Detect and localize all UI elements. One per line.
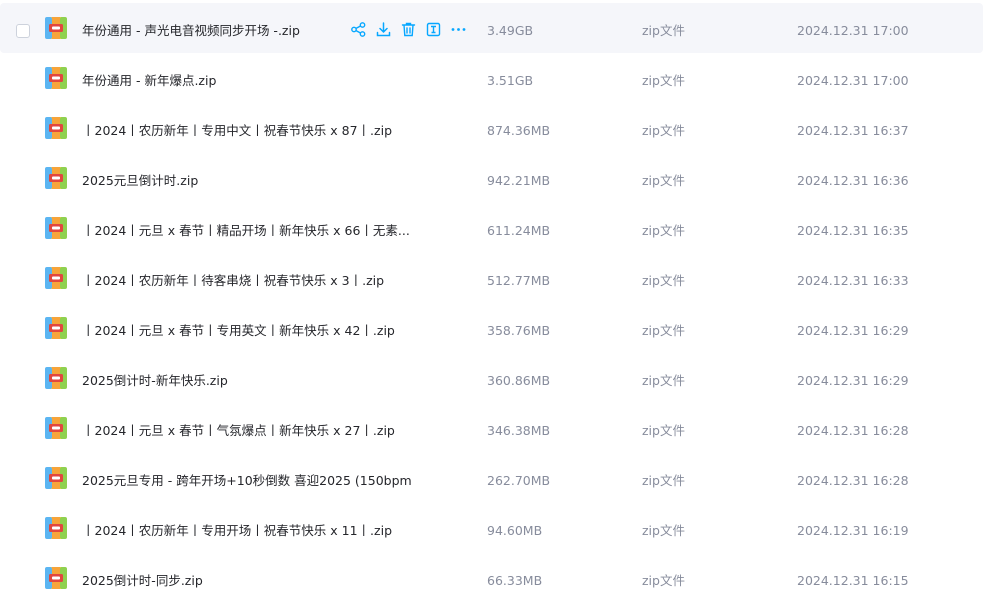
zip-file-icon — [45, 467, 67, 489]
file-name[interactable]: 丨2024丨农历新年丨专用开场丨祝春节快乐 x 11丨.zip — [82, 503, 392, 559]
zip-file-icon — [45, 567, 67, 589]
zip-file-icon — [45, 67, 67, 89]
file-name[interactable]: 2025元旦倒计时.zip — [82, 153, 198, 209]
file-date: 2024.12.31 17:00 — [797, 73, 909, 88]
file-size: 346.38MB — [487, 423, 551, 438]
file-date: 2024.12.31 16:36 — [797, 173, 909, 188]
file-row[interactable]: 丨2024丨元旦 x 春节丨专用英文丨新年快乐 x 42丨.zip 358.76… — [0, 303, 983, 353]
file-row[interactable]: 丨2024丨元旦 x 春节丨气氛爆点丨新年快乐 x 27丨.zip 346.38… — [0, 403, 983, 453]
file-row[interactable]: 丨2024丨元旦 x 春节丨精品开场丨新年快乐 x 66丨无素... 611.2… — [0, 203, 983, 253]
file-row[interactable]: 丨2024丨农历新年丨专用中文丨祝春节快乐 x 87丨.zip 874.36MB… — [0, 103, 983, 153]
file-date: 2024.12.31 16:29 — [797, 373, 909, 388]
file-date: 2024.12.31 17:00 — [797, 23, 909, 38]
file-row[interactable]: 2025元旦倒计时.zip 942.21MB zip文件 2024.12.31 … — [0, 153, 983, 203]
file-name[interactable]: 年份通用 - 新年爆点.zip — [82, 53, 216, 109]
file-date: 2024.12.31 16:29 — [797, 323, 909, 338]
file-name[interactable]: 丨2024丨农历新年丨专用中文丨祝春节快乐 x 87丨.zip — [82, 103, 392, 159]
zip-file-icon — [45, 17, 67, 39]
file-row[interactable]: 2025倒计时-同步.zip 66.33MB zip文件 2024.12.31 … — [0, 553, 983, 603]
file-size: 3.49GB — [487, 23, 534, 38]
file-row[interactable]: 丨2024丨农历新年丨待客串烧丨祝春节快乐 x 3丨.zip 512.77MB … — [0, 253, 983, 303]
file-name[interactable]: 年份通用 - 声光电音视频同步开场 -.zip — [82, 3, 300, 59]
file-date: 2024.12.31 16:37 — [797, 123, 909, 138]
file-row[interactable]: 年份通用 - 新年爆点.zip 3.51GB zip文件 2024.12.31 … — [0, 53, 983, 103]
file-size: 94.60MB — [487, 523, 543, 538]
share-icon[interactable] — [350, 21, 367, 38]
file-list: 年份通用 - 声光电音视频同步开场 -.zip 3.49GB zip文件 202… — [0, 0, 983, 612]
file-type: zip文件 — [642, 473, 685, 488]
file-name[interactable]: 丨2024丨元旦 x 春节丨精品开场丨新年快乐 x 66丨无素... — [82, 203, 410, 259]
zip-file-icon — [45, 367, 67, 389]
file-date: 2024.12.31 16:33 — [797, 273, 909, 288]
file-size: 611.24MB — [487, 223, 551, 238]
download-icon[interactable] — [375, 21, 392, 38]
row-checkbox[interactable] — [16, 24, 30, 38]
delete-icon[interactable] — [400, 21, 417, 38]
zip-file-icon — [45, 267, 67, 289]
file-type: zip文件 — [642, 423, 685, 438]
file-row[interactable]: 2025元旦专用 - 跨年开场+10秒倒数 喜迎2025 (150bpm... … — [0, 453, 983, 503]
zip-file-icon — [45, 167, 67, 189]
file-type: zip文件 — [642, 523, 685, 538]
file-date: 2024.12.31 16:35 — [797, 223, 909, 238]
file-date: 2024.12.31 16:28 — [797, 473, 909, 488]
file-row[interactable]: 2025倒计时-新年快乐.zip 360.86MB zip文件 2024.12.… — [0, 353, 983, 403]
file-size: 358.76MB — [487, 323, 551, 338]
file-row[interactable]: 丨2024丨农历新年丨专用开场丨祝春节快乐 x 11丨.zip 94.60MB … — [0, 503, 983, 553]
file-type: zip文件 — [642, 373, 685, 388]
file-type: zip文件 — [642, 123, 685, 138]
zip-file-icon — [45, 417, 67, 439]
file-size: 262.70MB — [487, 473, 551, 488]
file-size: 942.21MB — [487, 173, 551, 188]
file-name[interactable]: 丨2024丨农历新年丨待客串烧丨祝春节快乐 x 3丨.zip — [82, 253, 384, 309]
more-icon[interactable] — [450, 21, 467, 38]
file-type: zip文件 — [642, 223, 685, 238]
zip-file-icon — [45, 517, 67, 539]
row-actions — [350, 21, 467, 41]
file-name[interactable]: 丨2024丨元旦 x 春节丨专用英文丨新年快乐 x 42丨.zip — [82, 303, 395, 359]
file-date: 2024.12.31 16:19 — [797, 523, 909, 538]
file-type: zip文件 — [642, 173, 685, 188]
file-size: 66.33MB — [487, 573, 543, 588]
file-row[interactable]: 年份通用 - 声光电音视频同步开场 -.zip 3.49GB zip文件 202… — [0, 3, 983, 53]
file-type: zip文件 — [642, 573, 685, 588]
file-name[interactable]: 2025倒计时-同步.zip — [82, 553, 203, 609]
zip-file-icon — [45, 117, 67, 139]
file-name[interactable]: 丨2024丨元旦 x 春节丨气氛爆点丨新年快乐 x 27丨.zip — [82, 403, 395, 459]
file-size: 3.51GB — [487, 73, 534, 88]
file-type: zip文件 — [642, 73, 685, 88]
file-type: zip文件 — [642, 323, 685, 338]
zip-file-icon — [45, 317, 67, 339]
file-size: 874.36MB — [487, 123, 551, 138]
file-type: zip文件 — [642, 273, 685, 288]
file-type: zip文件 — [642, 23, 685, 38]
file-name[interactable]: 2025倒计时-新年快乐.zip — [82, 353, 228, 409]
zip-file-icon — [45, 217, 67, 239]
file-date: 2024.12.31 16:28 — [797, 423, 909, 438]
file-name[interactable]: 2025元旦专用 - 跨年开场+10秒倒数 喜迎2025 (150bpm... — [82, 453, 412, 509]
rename-icon[interactable] — [425, 21, 442, 38]
file-size: 360.86MB — [487, 373, 551, 388]
file-date: 2024.12.31 16:15 — [797, 573, 909, 588]
file-size: 512.77MB — [487, 273, 551, 288]
